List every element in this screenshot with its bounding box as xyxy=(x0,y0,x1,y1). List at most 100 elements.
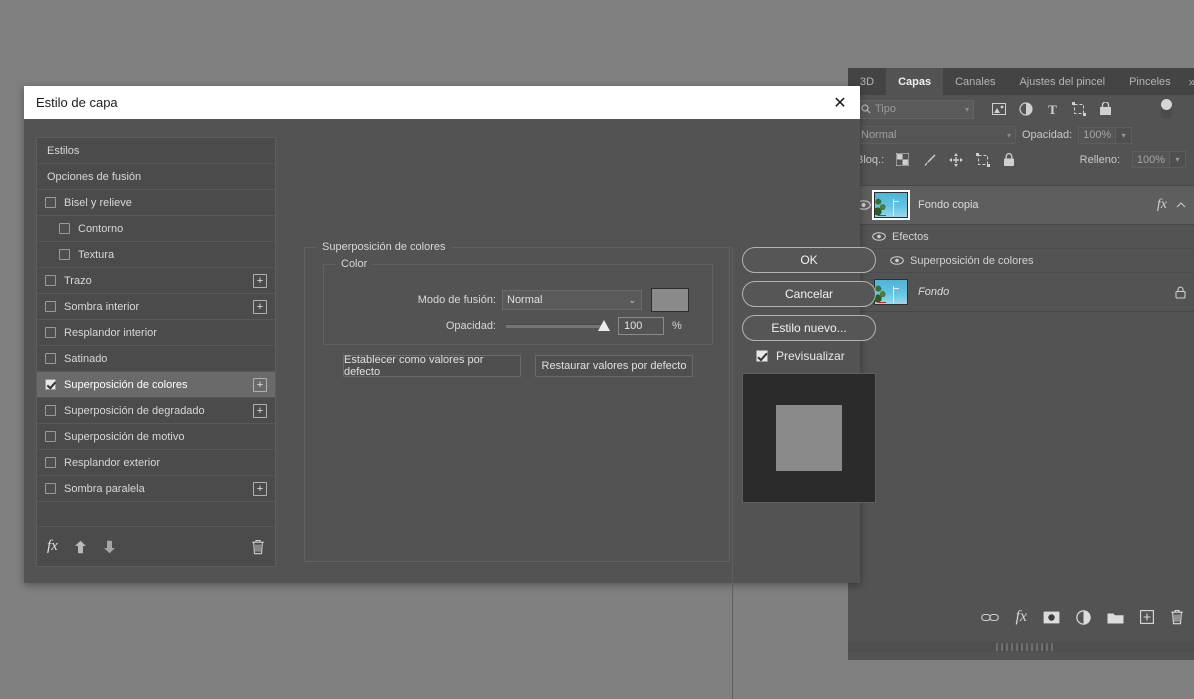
style-item-trazo[interactable]: Trazo + xyxy=(37,268,275,294)
paint-lock-icon[interactable] xyxy=(922,153,936,167)
style-item-label: Sombra interior xyxy=(64,301,139,313)
new-style-button[interactable]: Estilo nuevo... xyxy=(742,315,876,341)
tab-overflow-chevrons-icon[interactable]: » xyxy=(1183,68,1194,95)
move-lock-icon[interactable] xyxy=(949,153,963,167)
layer-blend-mode-select[interactable]: Normal ▾ xyxy=(856,126,1016,144)
add-style-instance-icon[interactable]: + xyxy=(253,300,267,314)
opacity-dropdown-icon[interactable]: ▾ xyxy=(1116,127,1132,144)
opacity-input[interactable]: 100 xyxy=(618,317,664,335)
style-item-resplandor-exterior[interactable]: Resplandor exterior xyxy=(37,450,275,476)
style-preview-swatch xyxy=(776,405,842,471)
add-effect-fx-icon[interactable]: fx xyxy=(47,538,58,555)
tab-ajustes-del-pincel[interactable]: Ajustes del pincel xyxy=(1007,68,1117,95)
adjustment-filter-icon[interactable] xyxy=(1019,102,1033,116)
text-filter-icon[interactable]: T xyxy=(1046,103,1059,116)
layer-fx-badge-icon[interactable]: fx xyxy=(1157,197,1167,213)
move-effect-up-icon[interactable] xyxy=(74,540,87,554)
style-item-label: Resplandor interior xyxy=(64,327,157,339)
tab-label: Canales xyxy=(955,76,995,88)
style-item-contorno[interactable]: Contorno xyxy=(37,216,275,242)
opacity-value-field[interactable]: 100% xyxy=(1078,127,1116,144)
filter-enable-toggle[interactable] xyxy=(1161,99,1172,119)
dialog-body: Estilos Opciones de fusión Bisel y relie… xyxy=(24,119,860,583)
style-item-superposicion-de-motivo[interactable]: Superposición de motivo xyxy=(37,424,275,450)
style-preview-box xyxy=(742,373,876,503)
style-checkbox[interactable] xyxy=(45,327,56,338)
style-item-resplandor-interior[interactable]: Resplandor interior xyxy=(37,320,275,346)
style-item-label: Superposición de degradado xyxy=(64,405,205,417)
preview-checkbox[interactable] xyxy=(756,350,768,362)
artboard-lock-icon[interactable] xyxy=(976,153,990,167)
style-checkbox[interactable] xyxy=(45,431,56,442)
dialog-title-bar[interactable]: Estilo de capa ✕ xyxy=(24,86,860,119)
dialog-title: Estilo de capa xyxy=(36,95,118,110)
smartobject-filter-icon[interactable] xyxy=(1099,102,1112,116)
add-style-instance-icon[interactable]: + xyxy=(253,274,267,288)
style-item-label: Textura xyxy=(78,249,114,261)
layer-row-fondo-copia[interactable]: Fondo copia fx xyxy=(848,186,1194,225)
add-layer-mask-icon[interactable] xyxy=(1043,611,1060,624)
new-fill-adjustment-icon[interactable] xyxy=(1076,610,1091,625)
preview-toggle-row[interactable]: Previsualizar xyxy=(756,349,876,363)
expand-effects-chevron-icon[interactable] xyxy=(1176,202,1186,209)
effect-row-color-overlay[interactable]: Superposición de colores xyxy=(848,249,1194,273)
tab-capas[interactable]: Capas xyxy=(886,68,943,95)
tab-label: 3D xyxy=(860,76,874,88)
new-layer-icon[interactable] xyxy=(1140,610,1154,624)
style-item-label: Bisel y relieve xyxy=(64,197,132,209)
style-checkbox[interactable] xyxy=(45,353,56,364)
style-checkbox[interactable] xyxy=(45,405,56,416)
style-item-sombra-interior[interactable]: Sombra interior + xyxy=(37,294,275,320)
transparency-lock-icon[interactable] xyxy=(896,153,909,166)
image-filter-icon[interactable] xyxy=(992,103,1006,115)
style-checkbox[interactable] xyxy=(45,275,56,286)
add-layer-style-icon[interactable]: fx xyxy=(1015,608,1027,626)
layer-name: Fondo xyxy=(918,286,949,298)
filter-type-select[interactable]: Tipo ▾ xyxy=(856,100,974,119)
lock-label: Bloq.: xyxy=(856,154,884,166)
style-checkbox[interactable] xyxy=(45,379,56,390)
overlay-color-swatch[interactable] xyxy=(651,288,689,312)
style-checkbox[interactable] xyxy=(59,249,70,260)
layer-blend-row: Normal ▾ Opacidad: 100% ▾ xyxy=(848,123,1194,147)
style-checkbox[interactable] xyxy=(59,223,70,234)
delete-layer-icon[interactable] xyxy=(1170,609,1184,625)
style-item-superposicion-de-degradado[interactable]: Superposición de degradado + xyxy=(37,398,275,424)
fill-value-field[interactable]: 100% xyxy=(1132,151,1170,168)
set-as-default-button[interactable]: Establecer como valores por defecto xyxy=(343,355,521,377)
layer-row-fondo[interactable]: Fondo xyxy=(848,273,1194,312)
tab-canales[interactable]: Canales xyxy=(943,68,1007,95)
blend-mode-select[interactable]: Normal ⌄ xyxy=(502,290,642,310)
fill-dropdown-icon[interactable]: ▾ xyxy=(1170,151,1186,168)
style-item-bisel-y-relieve[interactable]: Bisel y relieve xyxy=(37,190,275,216)
delete-effect-icon[interactable] xyxy=(251,539,265,555)
add-style-instance-icon[interactable]: + xyxy=(253,404,267,418)
panel-resize-grip[interactable] xyxy=(848,642,1194,652)
link-layers-icon[interactable] xyxy=(981,612,999,623)
all-lock-icon[interactable] xyxy=(1003,153,1015,167)
tab-pinceles[interactable]: Pinceles xyxy=(1117,68,1183,95)
ok-button[interactable]: OK xyxy=(742,247,876,273)
effects-group-row[interactable]: Efectos xyxy=(848,225,1194,249)
move-effect-down-icon[interactable] xyxy=(103,540,116,554)
shape-filter-icon[interactable] xyxy=(1072,102,1086,116)
style-item-estilos[interactable]: Estilos xyxy=(37,138,275,164)
add-style-instance-icon[interactable]: + xyxy=(253,378,267,392)
style-checkbox[interactable] xyxy=(45,483,56,494)
style-item-textura[interactable]: Textura xyxy=(37,242,275,268)
close-icon[interactable]: ✕ xyxy=(820,86,860,119)
reset-to-default-button[interactable]: Restaurar valores por defecto xyxy=(535,355,693,377)
add-style-instance-icon[interactable]: + xyxy=(253,482,267,496)
opacity-slider[interactable] xyxy=(506,324,604,328)
style-checkbox[interactable] xyxy=(45,301,56,312)
cancel-button[interactable]: Cancelar xyxy=(742,281,876,307)
style-item-sombra-paralela[interactable]: Sombra paralela + xyxy=(37,476,275,502)
style-item-satinado[interactable]: Satinado xyxy=(37,346,275,372)
new-group-icon[interactable] xyxy=(1107,611,1124,624)
opacity-slider-handle[interactable] xyxy=(598,320,610,331)
style-checkbox[interactable] xyxy=(45,457,56,468)
style-checkbox[interactable] xyxy=(45,197,56,208)
style-item-opciones-de-fusion[interactable]: Opciones de fusión xyxy=(37,164,275,190)
filter-icon-group: T xyxy=(992,102,1112,116)
style-item-superposicion-de-colores[interactable]: Superposición de colores + xyxy=(37,372,275,398)
